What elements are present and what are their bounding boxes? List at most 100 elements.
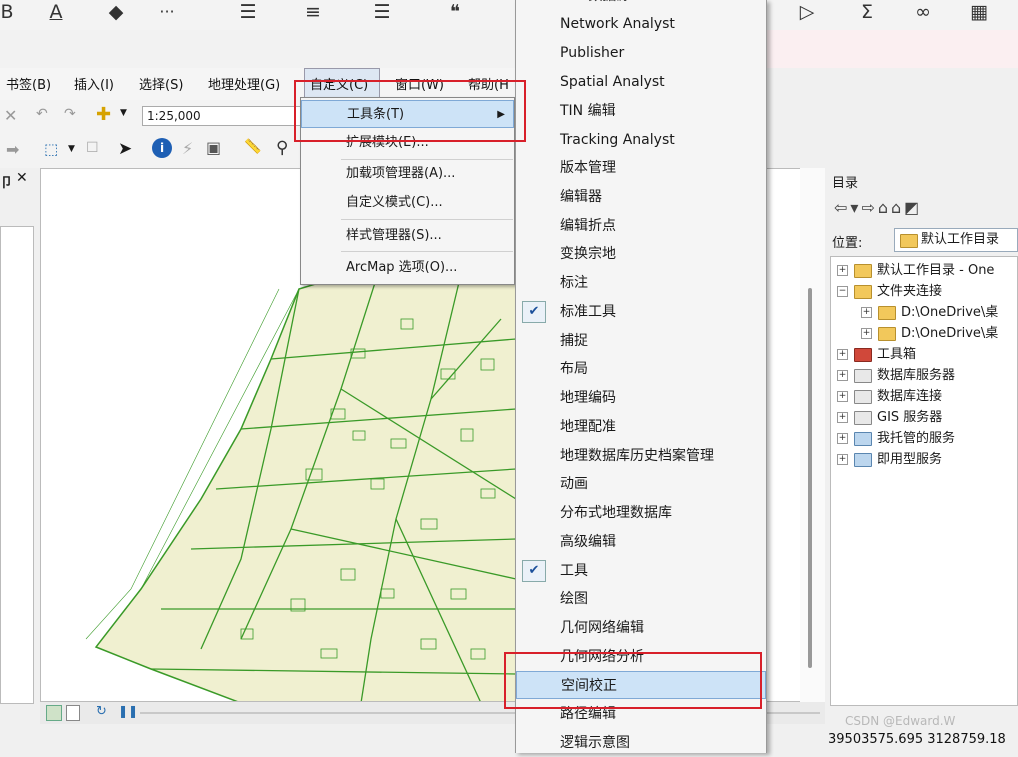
menu-item-customize-mode[interactable]: 自定义模式(C)... [301, 189, 514, 217]
submenu-item-gdb-history[interactable]: 地理数据库历史档案管理 [516, 442, 766, 470]
tree-item-database-connections[interactable]: + 数据库连接 [837, 387, 942, 407]
submenu-item-tools[interactable]: ✔ 工具 [516, 557, 766, 585]
submenu-item-georeferencing[interactable]: 地理配准 [516, 413, 766, 441]
submenu-item-publisher[interactable]: Publisher [516, 39, 766, 67]
pause-drawing-icon[interactable]: ❚❚ [118, 704, 138, 718]
checkmark-icon: ✔ [522, 301, 546, 323]
toolbars-submenu: GIS 数据源 Network Analyst Publisher Spatia… [515, 0, 767, 753]
submenu-item-labeling[interactable]: 标注 [516, 269, 766, 297]
submenu-item-partial[interactable]: GIS 数据源 [516, 0, 766, 10]
submenu-item-spatial-analyst[interactable]: Spatial Analyst [516, 68, 766, 96]
select-features-icon[interactable]: ⬚ [44, 140, 58, 158]
align-icon[interactable]: ≡ [296, 0, 330, 26]
submenu-item-advanced-editing[interactable]: 高级编辑 [516, 528, 766, 556]
indent-icon[interactable]: ☰ [370, 0, 394, 26]
add-data-dropdown-icon[interactable]: ▼ [120, 108, 127, 118]
submenu-item-animation[interactable]: 动画 [516, 470, 766, 498]
submenu-item-snapping[interactable]: 捕捉 [516, 327, 766, 355]
play-icon[interactable]: ▷ [794, 0, 820, 26]
submenu-item-edit-vertices[interactable]: 编辑折点 [516, 212, 766, 240]
submenu-item-versioning[interactable]: 版本管理 [516, 154, 766, 182]
expand-icon[interactable]: + [837, 454, 848, 465]
menu-item-addin-manager[interactable]: 加载项管理器(A)... [301, 160, 514, 188]
menu-geoprocessing[interactable]: 地理处理(G) [208, 74, 280, 93]
submenu-item-geocoding[interactable]: 地理编码 [516, 384, 766, 412]
submenu-item-draw[interactable]: 绘图 [516, 585, 766, 613]
expand-icon[interactable]: + [861, 328, 872, 339]
submenu-item-tracking-analyst[interactable]: Tracking Analyst [516, 126, 766, 154]
tree-item-label: 数据库服务器 [877, 368, 956, 383]
measure-icon[interactable]: 📏 [244, 139, 261, 155]
tree-item-database-servers[interactable]: + 数据库服务器 [837, 366, 955, 386]
submenu-item-geometric-network-editing[interactable]: 几何网络编辑 [516, 614, 766, 642]
menu-item-arcmap-options[interactable]: ArcMap 选项(O)... [301, 254, 514, 282]
menu-selection[interactable]: 选择(S) [139, 74, 183, 93]
tree-item-gis-servers[interactable]: + GIS 服务器 [837, 408, 942, 428]
submenu-item-network-analyst[interactable]: Network Analyst [516, 10, 766, 38]
identify-icon[interactable]: i [152, 138, 172, 158]
undo-icon[interactable]: ↶ [36, 106, 48, 122]
map-vertical-scrollbar[interactable] [800, 168, 825, 702]
hyperlink-icon[interactable]: ⚡ [182, 139, 193, 158]
coordinates-readout: 39503575.695 3128759.18 [828, 732, 1006, 747]
submenu-item-tin-editing[interactable]: TIN 编辑 [516, 97, 766, 125]
tree-item-toolboxes[interactable]: + 工具箱 [837, 345, 916, 365]
expand-icon[interactable]: + [837, 349, 848, 360]
folder-icon [854, 263, 872, 278]
catalog-nav-icons[interactable]: ⇦▾⇨⌂⌂◩ [834, 198, 922, 217]
layout-view-icon[interactable] [66, 705, 80, 721]
bold-icon[interactable]: B [0, 0, 14, 26]
submenu-item-standard[interactable]: ✔ 标准工具 [516, 298, 766, 326]
submenu-item-editor[interactable]: 编辑器 [516, 183, 766, 211]
delete-icon[interactable]: ✕ [4, 106, 17, 125]
tree-item-onedrive-2[interactable]: + D:\OneDrive\桌 [861, 324, 998, 344]
forward-extent-icon[interactable]: ➡ [6, 140, 19, 159]
menu-separator [341, 251, 513, 252]
tree-item-folder-connections[interactable]: − 文件夹连接 [837, 282, 942, 302]
tree-item-home[interactable]: + 默认工作目录 - One [837, 261, 994, 281]
tree-item-label: 默认工作目录 - One [877, 263, 995, 278]
map-scale-input[interactable]: 1:25,000 [142, 106, 302, 126]
tree-item-my-hosted-services[interactable]: + 我托管的服务 [837, 429, 955, 449]
html-popup-icon[interactable]: ▣ [206, 138, 221, 157]
grid-icon[interactable]: ▦ [966, 0, 992, 26]
select-elements-icon[interactable]: ➤ [118, 139, 132, 159]
menu-insert[interactable]: 插入(I) [74, 74, 114, 93]
tree-item-label: 数据库连接 [877, 389, 943, 404]
expand-icon[interactable]: + [837, 412, 848, 423]
refresh-icon[interactable]: ↻ [96, 704, 107, 719]
clear-selection-icon[interactable]: ☐ [86, 140, 99, 156]
quote-icon[interactable]: ❝ [442, 0, 468, 26]
menu-item-style-manager[interactable]: 样式管理器(S)... [301, 222, 514, 250]
more-icon[interactable]: ··· [150, 0, 184, 26]
data-view-icon[interactable] [46, 705, 62, 721]
expand-icon[interactable]: + [837, 265, 848, 276]
submenu-item-layout[interactable]: 布局 [516, 355, 766, 383]
redo-icon[interactable]: ↷ [64, 106, 76, 122]
submenu-item-distributed-gdb[interactable]: 分布式地理数据库 [516, 499, 766, 527]
catalog-tree[interactable]: + 默认工作目录 - One − 文件夹连接 + D:\OneDrive\桌 + D:\… [830, 256, 1018, 706]
bullet-list-icon[interactable]: ☰ [232, 0, 264, 26]
tree-item-ready-to-use-services[interactable]: + 即用型服务 [837, 450, 942, 470]
sum-icon[interactable]: Σ [854, 0, 880, 26]
add-data-icon[interactable]: ✚ [96, 104, 111, 125]
link-icon[interactable]: ∞ [910, 0, 936, 26]
toc-close-icon[interactable]: ✕ [16, 170, 28, 186]
location-field[interactable]: 默认工作目录 [894, 228, 1018, 252]
fill-color-icon[interactable]: ◆ [104, 0, 128, 26]
expand-icon[interactable]: + [837, 391, 848, 402]
menu-bookmarks[interactable]: 书签(B) [6, 74, 51, 93]
catalog-panel: 目录 ⇦▾⇨⌂⌂◩ 位置: 默认工作目录 + 默认工作目录 - One − 文件夹连… [826, 168, 1018, 724]
table-of-contents-panel: 卩 ✕ [0, 168, 38, 704]
expand-icon[interactable]: + [837, 433, 848, 444]
font-color-icon[interactable]: A [44, 0, 68, 26]
select-dropdown-icon[interactable]: ▼ [68, 144, 75, 154]
find-icon[interactable]: ⚲ [276, 138, 288, 158]
expand-icon[interactable]: + [837, 370, 848, 381]
map-scroll-thumb[interactable] [808, 288, 812, 668]
tree-item-label: 工具箱 [877, 347, 917, 362]
submenu-item-parcel-transform[interactable]: 变换宗地 [516, 240, 766, 268]
tree-item-onedrive-1[interactable]: + D:\OneDrive\桌 [861, 303, 998, 323]
expand-icon[interactable]: + [861, 307, 872, 318]
collapse-icon[interactable]: − [837, 286, 848, 297]
